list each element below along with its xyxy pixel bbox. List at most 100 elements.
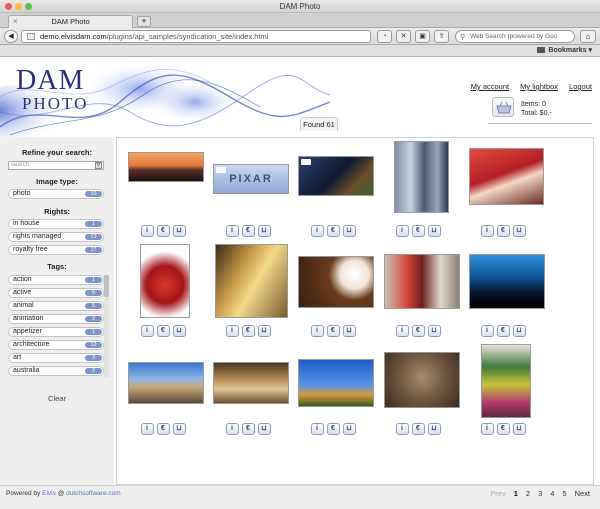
window-controls[interactable] [5,3,32,10]
my-lightbox-link[interactable]: My lightbox [520,82,558,91]
new-tab-button[interactable]: + [137,16,151,27]
thumbnail-beach-villa[interactable] [128,362,204,404]
thumbnail-coffee-beans[interactable] [298,256,374,308]
browser-tab[interactable]: × DAM Photo [8,15,133,28]
dutchsoftware-link[interactable]: dutchsoftware.com [66,490,121,497]
result-card[interactable]: i € ⊔ [121,244,205,342]
thumbnail-sunset-skyline[interactable] [128,152,204,182]
thumbnail-sunlit-street[interactable] [215,244,288,318]
back-button[interactable]: ◀ [4,30,18,43]
add-to-cart-button[interactable]: ⊔ [427,225,441,237]
thumbnail-modern-interior[interactable] [213,362,289,404]
result-card[interactable]: i € ⊔ [206,244,290,342]
facet-tag-appetizer[interactable]: appetizer 1 [8,327,104,337]
price-button[interactable]: € [156,225,170,237]
price-button[interactable]: € [496,325,510,337]
thumbnail-windmills[interactable] [298,359,374,407]
page-link-2[interactable]: 2 [526,489,530,498]
add-to-cart-button[interactable]: ⊔ [512,423,526,435]
facet-tag-animal[interactable]: animal 5 [8,301,104,311]
thumbnail-red-pagoda[interactable] [469,148,544,205]
result-card[interactable]: i € ⊔ [376,141,460,242]
price-button[interactable]: € [411,225,425,237]
info-button[interactable]: i [225,423,239,435]
price-button[interactable]: € [411,325,425,337]
page-link-5[interactable]: 5 [562,489,566,498]
add-to-cart-button[interactable]: ⊔ [257,423,271,435]
thumbnail-venice-carnival[interactable] [384,254,460,309]
result-card[interactable]: i € ⊔ [461,244,545,342]
bookmarks-menu[interactable]: Bookmarks ▾ [537,46,592,54]
price-button[interactable]: € [496,423,510,435]
facet-in-house[interactable]: in house 1 [8,219,104,229]
info-button[interactable]: i [395,325,409,337]
add-to-cart-button[interactable]: ⊔ [172,325,186,337]
info-button[interactable]: i [310,423,324,435]
close-window-icon[interactable] [5,3,12,10]
my-account-link[interactable]: My account [471,82,509,91]
share-button[interactable]: ⇪ [434,30,449,43]
close-tab-icon[interactable]: × [13,16,18,28]
result-card[interactable]: i € ⊔ [206,344,290,442]
info-button[interactable]: i [480,225,494,237]
site-logo[interactable]: DAM PHOTO [16,67,88,113]
web-search-input[interactable]: ⚲ Web Search (powered by Goo [455,30,575,43]
facet-tag-art[interactable]: art 3 [8,353,104,363]
page-link-1[interactable]: 1 [514,489,518,498]
price-button[interactable]: € [326,423,340,435]
result-card[interactable]: i € ⊔ [121,344,205,442]
info-button[interactable]: i [310,325,324,337]
thumbnail-flamenco-dancer[interactable] [140,244,190,318]
info-button[interactable]: i [395,423,409,435]
facet-tag-animation[interactable]: animation 2 [8,314,104,324]
result-card[interactable]: i € ⊔ [291,344,375,442]
minimize-window-icon[interactable] [15,3,22,10]
thumbnail-pixar-video[interactable]: PIXAR [213,164,289,194]
prev-page-link[interactable]: Prev [490,489,505,498]
add-to-cart-button[interactable]: ⊔ [427,325,441,337]
search-icon[interactable]: ⚲ [95,162,102,169]
thumbnail-city-night-video[interactable] [298,156,374,196]
next-page-link[interactable]: Next [575,489,590,498]
add-to-cart-button[interactable]: ⊔ [512,325,526,337]
add-to-cart-button[interactable]: ⊔ [342,423,356,435]
info-button[interactable]: i [480,325,494,337]
price-button[interactable]: € [241,225,255,237]
info-button[interactable]: i [395,225,409,237]
logout-link[interactable]: Logout [569,82,592,91]
page-link-3[interactable]: 3 [538,489,542,498]
info-button[interactable]: i [225,225,239,237]
info-button[interactable]: i [140,423,154,435]
tags-scrollbar[interactable] [104,275,109,377]
add-to-cart-button[interactable]: ⊔ [172,225,186,237]
thumbnail-costumed-performer[interactable] [481,344,531,418]
info-button[interactable]: i [480,423,494,435]
price-button[interactable]: € [496,225,510,237]
tools-button[interactable]: ✕ [396,30,411,43]
price-button[interactable]: € [326,225,340,237]
price-button[interactable]: € [156,325,170,337]
thumbnail-glass-towers[interactable] [394,141,449,213]
info-button[interactable]: i [140,325,154,337]
thumbnail-concert-crowd[interactable] [469,254,545,309]
zoom-window-icon[interactable] [25,3,32,10]
facet-tag-architecture[interactable]: architecture 12 [8,340,104,350]
sidebar-search-input[interactable]: search ⚲ [8,161,104,170]
price-button[interactable]: € [241,325,255,337]
page-button[interactable]: ▣ [415,30,430,43]
result-card[interactable]: i € ⊔ [461,144,545,242]
address-bar[interactable]: demo.elvisdam.com/plugins/api_samples/sy… [21,30,371,43]
history-button[interactable]: ◔ [377,30,392,43]
facet-photo[interactable]: photo 16 [8,189,104,199]
clear-filters-link[interactable]: Clear [0,394,114,403]
result-card[interactable]: i € ⊔ [121,144,205,242]
add-to-cart-button[interactable]: ⊔ [512,225,526,237]
price-button[interactable]: € [411,423,425,435]
add-to-cart-button[interactable]: ⊔ [257,325,271,337]
result-card[interactable]: i € ⊔ [461,344,545,442]
info-button[interactable]: i [225,325,239,337]
cart-icon[interactable] [492,97,514,117]
thumbnail-elephant[interactable] [384,352,460,408]
add-to-cart-button[interactable]: ⊔ [342,225,356,237]
facet-tag-active[interactable]: active 5 [8,288,104,298]
